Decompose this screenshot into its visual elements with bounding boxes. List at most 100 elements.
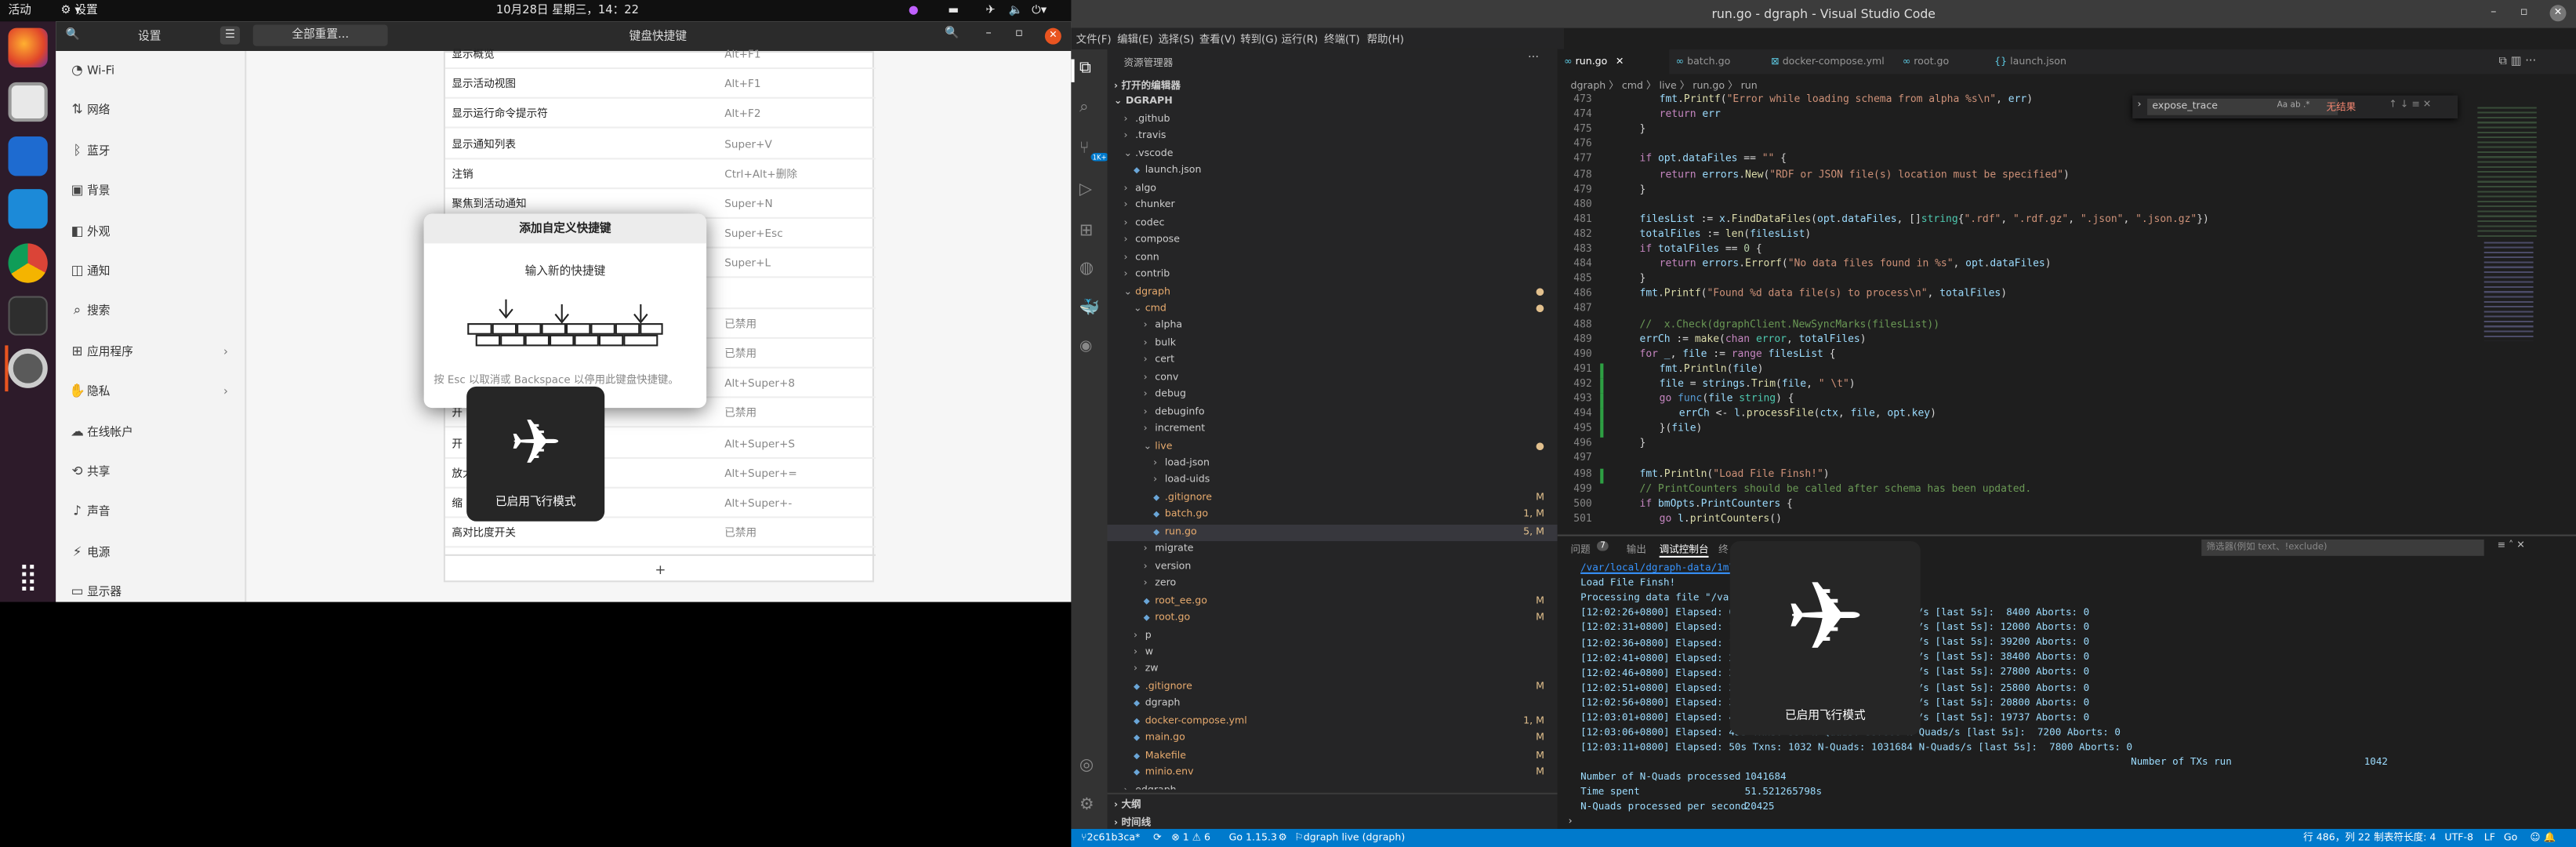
problems-indicator[interactable]: ⊗ 1 ⚠ 6 <box>1171 829 1210 847</box>
sidebar-item-13[interactable]: ▭ 显示器 <box>56 573 246 612</box>
folder-item[interactable]: › edgraph <box>1108 782 1558 789</box>
menu-item[interactable]: 文件(F) <box>1076 31 1112 46</box>
minimize-icon[interactable]: – <box>2491 5 2496 18</box>
code-line[interactable]: return errors.Errorf("No data files foun… <box>1660 258 2052 270</box>
file-item[interactable]: ◆ root_ee.go M <box>1108 593 1558 609</box>
menu-item[interactable]: 终端(T) <box>1324 31 1359 46</box>
folder-item[interactable]: › chunker <box>1108 198 1558 214</box>
sidebar-item-9[interactable]: ☁ 在线帐户 <box>56 413 246 452</box>
encoding[interactable]: UTF-8 <box>2444 829 2473 847</box>
split-editor-icon[interactable]: ⧉ ▥ ··· <box>2499 54 2537 69</box>
code-line[interactable]: go func(file string) { <box>1660 393 1794 405</box>
code-line[interactable]: // x.Check(dgraphClient.NewSyncMarks(fil… <box>1640 318 1940 330</box>
account-icon[interactable]: ◎ <box>1079 757 1094 775</box>
code-line[interactable]: fmt.Println(file) <box>1660 363 1764 375</box>
open-editors-section[interactable]: › 打开的编辑器 <box>1114 78 1181 93</box>
settings-icon[interactable] <box>8 348 48 388</box>
tab-size[interactable]: 制表符长度: 4 <box>2374 829 2436 847</box>
maximize-icon[interactable]: ▫ <box>1015 27 1023 40</box>
folder-item[interactable]: › conn <box>1108 249 1558 266</box>
folder-item[interactable]: › bulk <box>1108 335 1558 351</box>
code-line[interactable]: }(file) <box>1660 423 1703 434</box>
editor-tab[interactable]: {} launch.json <box>1988 49 2080 74</box>
code-line[interactable]: if totalFiles == 0 { <box>1640 243 1762 255</box>
manage-gear-icon[interactable]: ⚙ <box>1079 796 1094 814</box>
maximize-icon[interactable]: ▫ <box>2520 5 2528 18</box>
mongo-icon[interactable]: ◉ <box>1079 339 1092 355</box>
outline-section[interactable]: › 大纲 <box>1114 796 1141 811</box>
file-item[interactable]: ◆ minio.env M <box>1108 765 1558 781</box>
explorer-icon[interactable]: ⧉ <box>1079 59 1091 77</box>
volume-icon[interactable]: 🔈 <box>1009 0 1023 21</box>
file-item[interactable]: ◆ .gitignore M <box>1108 490 1558 507</box>
keyboard-icon[interactable]: ▬ <box>948 0 959 21</box>
menu-item[interactable]: 选择(S) <box>1158 31 1194 46</box>
root-folder-section[interactable]: ⌄ DGRAPH <box>1114 96 1173 107</box>
show-apps-icon[interactable]: ⣿ <box>8 559 47 598</box>
sidebar-item-10[interactable]: ⟲ 共享 <box>56 453 246 492</box>
settings-app-menu[interactable]: ⚙ 设置 ▾ <box>61 0 98 21</box>
sidebar-item-11[interactable]: ♪ 声音 <box>56 493 246 532</box>
folder-item[interactable]: › migrate <box>1108 541 1558 558</box>
code-line[interactable]: file = strings.Trim(file, " \t") <box>1660 378 1856 390</box>
go-version[interactable]: Go 1.15.3 <box>1229 829 1277 847</box>
sidebar-item-8[interactable]: ✋ 隐私 › <box>56 372 246 411</box>
folder-item[interactable]: › .travis <box>1108 129 1558 145</box>
menu-item[interactable]: 转到(G) <box>1240 31 1278 46</box>
code-line[interactable]: for _, file := range filesList { <box>1640 348 1836 360</box>
code-line[interactable]: } <box>1640 184 1646 195</box>
find-nav-icon[interactable]: ↑ ↓ ≡ ✕ <box>2389 99 2431 111</box>
sidebar-item-4[interactable]: ◧ 外观 <box>56 212 246 251</box>
sidebar-item-12[interactable]: ⚡ 电源 <box>56 533 246 572</box>
menu-item[interactable]: 运行(R) <box>1282 31 1319 46</box>
writer-icon[interactable] <box>8 136 48 176</box>
panel-tab[interactable]: 输出 <box>1627 541 1646 556</box>
add-shortcut-button[interactable]: + <box>444 554 876 584</box>
code-line[interactable]: errCh <- l.processFile(ctx, file, opt.ke… <box>1679 408 1936 420</box>
folder-item[interactable]: › load-json <box>1108 456 1558 472</box>
clock[interactable]: 10月28日 星期三，14：22 <box>496 0 639 21</box>
activities-button[interactable]: 活动 <box>8 0 31 21</box>
search-icon[interactable]: 🔍 <box>66 28 80 42</box>
editor-tab[interactable]: ⊠ docker-compose.yml <box>1765 49 1896 74</box>
search-icon[interactable]: 🔍 <box>945 27 959 40</box>
folder-item[interactable]: › cert <box>1108 352 1558 369</box>
file-item[interactable]: ◆ docker-compose.yml 1, M <box>1108 714 1558 730</box>
code-line[interactable]: } <box>1640 124 1646 136</box>
code-line[interactable]: filesList := x.FindDataFiles(opt.dataFil… <box>1640 213 2209 225</box>
folder-item[interactable]: › load-uids <box>1108 473 1558 489</box>
chrome-icon[interactable] <box>8 243 48 283</box>
code-line[interactable]: errCh := make(chan error, totalFiles) <box>1640 333 1867 345</box>
close-icon[interactable]: ✕ <box>1044 27 1061 45</box>
folder-item[interactable]: › compose <box>1108 232 1558 249</box>
sidebar-item-3[interactable]: ▣ 背景 <box>56 171 246 210</box>
sync-icon[interactable]: ⟳ <box>1153 829 1162 847</box>
panel-actions-icon[interactable]: ≡ ˄ ✕ <box>2497 540 2524 551</box>
files-icon[interactable] <box>8 82 48 122</box>
close-icon[interactable]: ✕ <box>2549 5 2567 22</box>
file-item[interactable]: ◆ main.go M <box>1108 731 1558 747</box>
source-control-icon[interactable]: ⑂ <box>1079 140 1090 158</box>
code-line[interactable]: go l.printCounters() <box>1660 513 1782 525</box>
feedback-icon[interactable]: ☺ 🔔 <box>2530 829 2556 847</box>
code-line[interactable]: } <box>1640 274 1646 285</box>
language-mode[interactable]: Go <box>2504 829 2517 847</box>
power-icon[interactable]: ⏻▾ <box>1032 0 1047 21</box>
folder-item[interactable]: › debuginfo <box>1108 404 1558 420</box>
shortcut-row[interactable]: 显示活动视图 Alt+F1 <box>444 69 876 100</box>
code-line[interactable]: if bmOpts.PrintCounters { <box>1640 498 1793 510</box>
eol[interactable]: LF <box>2484 829 2495 847</box>
vscode-icon[interactable] <box>8 189 48 229</box>
code-line[interactable]: } <box>1640 438 1646 449</box>
code-line[interactable]: fmt.Printf("Found %d data file(s) to pro… <box>1640 289 2008 300</box>
folder-item[interactable]: ⌄ cmd ● <box>1108 301 1558 318</box>
sidebar-item-7[interactable]: ⊞ 应用程序 › <box>56 332 246 371</box>
docker-icon[interactable]: 🐳 <box>1079 300 1100 318</box>
more-icon[interactable]: ··· <box>1528 51 1539 64</box>
menu-icon[interactable]: ☰ <box>220 26 240 45</box>
extensions-icon[interactable]: ⊞ <box>1079 222 1094 240</box>
code-line[interactable]: if opt.dataFiles == "" { <box>1640 154 1787 165</box>
folder-item[interactable]: › algo <box>1108 180 1558 197</box>
cursor-position[interactable]: 行 486，列 22 <box>2303 829 2371 847</box>
folder-item[interactable]: › contrib <box>1108 267 1558 283</box>
